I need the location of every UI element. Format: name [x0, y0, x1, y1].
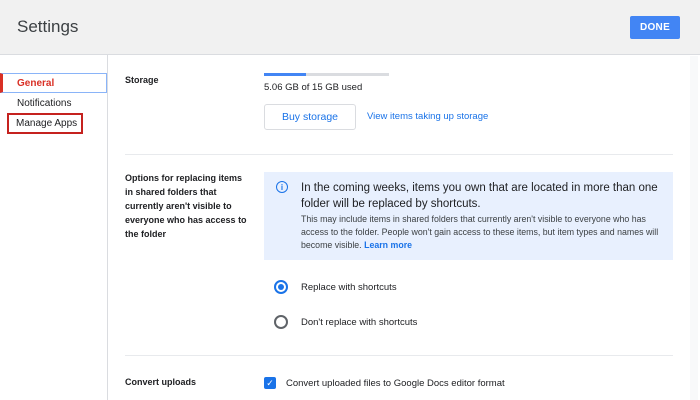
info-icon: i	[276, 181, 288, 193]
replace-with-shortcuts-radio[interactable]	[274, 280, 288, 294]
convert-uploads-section-label: Convert uploads	[125, 377, 197, 387]
replace-with-shortcuts-label[interactable]: Replace with shortcuts	[301, 282, 397, 293]
view-storage-items-link[interactable]: View items taking up storage	[367, 111, 488, 122]
storage-usage-text: 5.06 GB of 15 GB used	[264, 82, 363, 93]
dont-replace-with-shortcuts-label[interactable]: Don't replace with shortcuts	[301, 317, 417, 328]
settings-sidebar: General Notifications Manage Apps	[0, 55, 108, 400]
info-banner-heading: In the coming weeks, items you own that …	[301, 182, 658, 210]
buy-storage-button[interactable]: Buy storage	[264, 104, 356, 130]
done-button[interactable]: DONE	[630, 16, 680, 39]
storage-section-label: Storage	[125, 75, 159, 85]
sidebar-item-notifications[interactable]: Notifications	[0, 93, 107, 113]
info-banner-body: This may include items in shared folders…	[301, 213, 666, 252]
shortcut-options-section-label: Options for replacing items in shared fo…	[125, 173, 247, 239]
storage-progress-bar	[264, 73, 389, 76]
scrollbar[interactable]	[690, 56, 698, 400]
convert-uploads-checkbox[interactable]: ✓	[264, 377, 276, 389]
settings-header: Settings DONE	[0, 0, 700, 55]
section-divider	[125, 154, 673, 155]
learn-more-link[interactable]: Learn more	[364, 240, 412, 250]
sidebar-item-general[interactable]: General	[0, 73, 107, 93]
convert-uploads-checkbox-label[interactable]: Convert uploaded files to Google Docs ed…	[286, 378, 505, 389]
dont-replace-with-shortcuts-radio[interactable]	[274, 315, 288, 329]
shortcut-info-banner: i In the coming weeks, items you own tha…	[264, 172, 673, 260]
section-divider	[125, 355, 673, 356]
sidebar-item-manage-apps[interactable]: Manage Apps	[7, 113, 83, 134]
page-title: Settings	[17, 17, 79, 36]
storage-progress-fill	[264, 73, 307, 76]
info-banner-body-text: This may include items in shared folders…	[301, 214, 659, 250]
